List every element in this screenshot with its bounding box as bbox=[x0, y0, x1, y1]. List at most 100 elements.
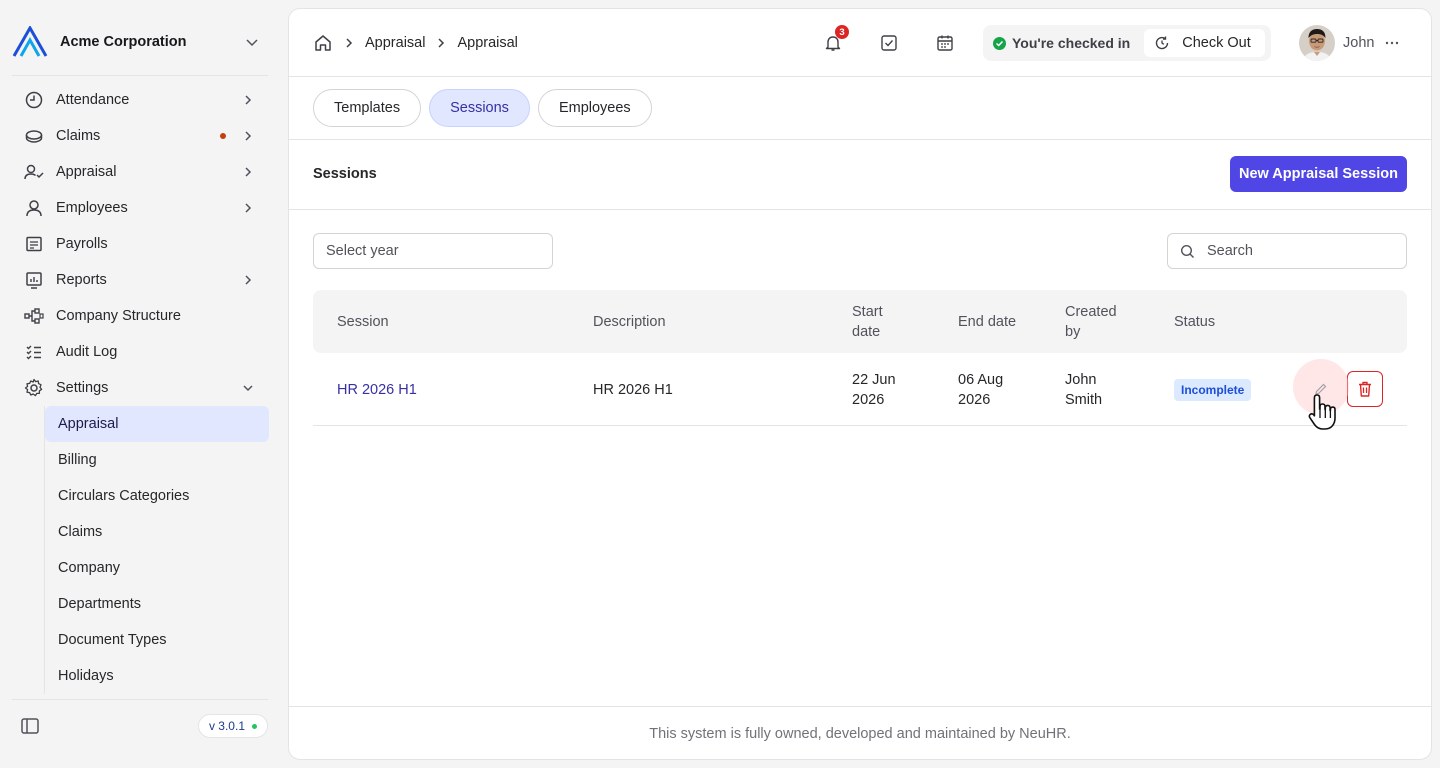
table-row: HR 2026 H1 HR 2026 H1 22 Jun 2026 06 Aug… bbox=[313, 353, 1407, 426]
sidebar-item-label: Attendance bbox=[56, 92, 130, 108]
calendar-icon[interactable] bbox=[931, 29, 959, 57]
version-badge: v 3.0.1 bbox=[197, 714, 268, 738]
column-header-created-by: Created by bbox=[1065, 303, 1117, 340]
settings-item-billing[interactable]: Billing bbox=[45, 442, 269, 478]
section-title: Sessions bbox=[313, 166, 377, 182]
breadcrumb-current: Appraisal bbox=[457, 35, 518, 51]
checkin-status: You're checked in bbox=[993, 35, 1130, 51]
bell-icon[interactable]: 3 bbox=[819, 25, 849, 57]
sidebar-item-label: Reports bbox=[56, 272, 107, 288]
settings-item-appraisal[interactable]: Appraisal bbox=[45, 406, 269, 442]
hierarchy-icon bbox=[24, 306, 44, 326]
sidebar-item-company-structure[interactable]: Company Structure bbox=[12, 298, 268, 334]
chevron-right-icon bbox=[240, 200, 256, 216]
chevron-right-icon bbox=[435, 37, 447, 49]
session-link[interactable]: HR 2026 H1 bbox=[337, 353, 417, 426]
tasks-check-icon[interactable] bbox=[875, 29, 903, 57]
chevron-down-icon bbox=[240, 380, 256, 396]
topbar-icons: 3 bbox=[819, 25, 987, 57]
tab-sessions[interactable]: Sessions bbox=[429, 89, 530, 127]
avatar bbox=[1299, 25, 1335, 61]
sidebar-item-label: Claims bbox=[56, 128, 101, 144]
search-box[interactable] bbox=[1167, 233, 1407, 269]
settings-item-claims[interactable]: Claims bbox=[45, 514, 269, 550]
sidebar-item-payrolls[interactable]: Payrolls bbox=[12, 226, 268, 262]
column-header-end-date: End date bbox=[958, 313, 1017, 330]
search-icon bbox=[1180, 244, 1195, 259]
sidebar-item-label: Company Structure bbox=[56, 308, 181, 324]
acme-logo-icon bbox=[12, 24, 48, 60]
tab-templates[interactable]: Templates bbox=[313, 89, 422, 127]
version-text: v 3.0.1 bbox=[208, 719, 245, 733]
search-input[interactable] bbox=[1207, 243, 1397, 259]
user-check-icon bbox=[24, 162, 44, 182]
notification-dot bbox=[220, 133, 226, 139]
settings-item-company[interactable]: Company bbox=[45, 550, 269, 586]
chevron-right-icon bbox=[240, 92, 256, 108]
tab-employees[interactable]: Employees bbox=[537, 89, 652, 127]
chart-icon bbox=[24, 270, 44, 290]
sidebar-item-appraisal[interactable]: Appraisal bbox=[12, 154, 268, 190]
clock-rewind-icon bbox=[1154, 35, 1170, 51]
settings-item-departments[interactable]: Departments bbox=[45, 586, 269, 622]
sidebar: Acme Corporation Attendance Claims Appra bbox=[0, 0, 280, 768]
sidebar-item-settings[interactable]: Settings bbox=[12, 370, 268, 406]
sidebar-item-employees[interactable]: Employees bbox=[12, 190, 268, 226]
sidebar-item-reports[interactable]: Reports bbox=[12, 262, 268, 298]
user-menu[interactable]: John bbox=[1299, 25, 1400, 61]
settings-item-circulars-categories[interactable]: Circulars Categories bbox=[45, 478, 269, 514]
home-icon[interactable] bbox=[313, 33, 333, 53]
delete-button[interactable] bbox=[1347, 371, 1383, 407]
sidebar-divider bbox=[12, 75, 268, 76]
sidebar-item-label: Settings bbox=[56, 380, 109, 396]
user-icon bbox=[24, 198, 44, 218]
sidebar-toggle-icon[interactable] bbox=[12, 708, 48, 744]
sidebar-footer: v 3.0.1 bbox=[12, 708, 268, 744]
chevron-right-icon bbox=[240, 272, 256, 288]
status-badge: Incomplete bbox=[1174, 378, 1252, 401]
sidebar-item-label: Payrolls bbox=[56, 236, 108, 252]
settings-item-holidays[interactable]: Holidays bbox=[45, 658, 269, 694]
column-header-start-date: Start date bbox=[852, 303, 883, 340]
topbar: Appraisal Appraisal 3 You're checked in bbox=[289, 9, 1431, 77]
sidebar-item-label: Audit Log bbox=[56, 344, 118, 360]
session-end-date: 06 Aug 2026 bbox=[958, 371, 1004, 408]
user-name: John bbox=[1343, 35, 1375, 51]
status-cell: Incomplete bbox=[1174, 353, 1252, 426]
chevron-down-icon bbox=[242, 32, 262, 52]
online-dot bbox=[252, 723, 257, 729]
check-circle-icon bbox=[993, 36, 1006, 50]
sidebar-item-claims[interactable]: Claims bbox=[12, 118, 268, 154]
chevron-right-icon bbox=[343, 37, 355, 49]
breadcrumb: Appraisal Appraisal bbox=[313, 31, 518, 55]
hand-pointer-cursor-icon bbox=[1306, 392, 1340, 435]
receipt-icon bbox=[24, 234, 44, 254]
breadcrumb-item[interactable]: Appraisal bbox=[365, 35, 425, 51]
tabs: Templates Sessions Employees bbox=[313, 89, 660, 127]
sidebar-item-label: Employees bbox=[56, 200, 128, 216]
sidebar-divider bbox=[12, 699, 268, 700]
notification-count-badge: 3 bbox=[835, 25, 849, 39]
sidebar-item-audit-log[interactable]: Audit Log bbox=[12, 334, 268, 370]
check-out-label: Check Out bbox=[1182, 35, 1251, 51]
table-header: Session Description Start date End date … bbox=[313, 290, 1407, 353]
chevron-right-icon bbox=[240, 128, 256, 144]
settings-item-document-types[interactable]: Document Types bbox=[45, 622, 269, 658]
new-appraisal-session-button[interactable]: New Appraisal Session bbox=[1229, 156, 1407, 192]
filters-bar: Select year bbox=[313, 233, 1407, 269]
more-horizontal-icon[interactable] bbox=[1384, 35, 1400, 51]
trash-icon bbox=[1357, 380, 1373, 398]
sessions-table: Session Description Start date End date … bbox=[313, 290, 1407, 426]
org-switcher[interactable]: Acme Corporation bbox=[12, 24, 268, 60]
section-header: Sessions New Appraisal Session bbox=[289, 140, 1431, 210]
session-start-date: 22 Jun 2026 bbox=[852, 371, 896, 408]
sidebar-item-label: Appraisal bbox=[56, 164, 117, 180]
year-select[interactable]: Select year bbox=[313, 233, 553, 269]
org-name: Acme Corporation bbox=[60, 34, 187, 50]
checkin-status-text: You're checked in bbox=[1012, 35, 1131, 51]
check-out-button[interactable]: Check Out bbox=[1144, 29, 1265, 57]
chevron-right-icon bbox=[240, 164, 256, 180]
session-description: HR 2026 H1 bbox=[593, 381, 673, 398]
sidebar-item-attendance[interactable]: Attendance bbox=[12, 82, 268, 118]
list-check-icon bbox=[24, 342, 44, 362]
